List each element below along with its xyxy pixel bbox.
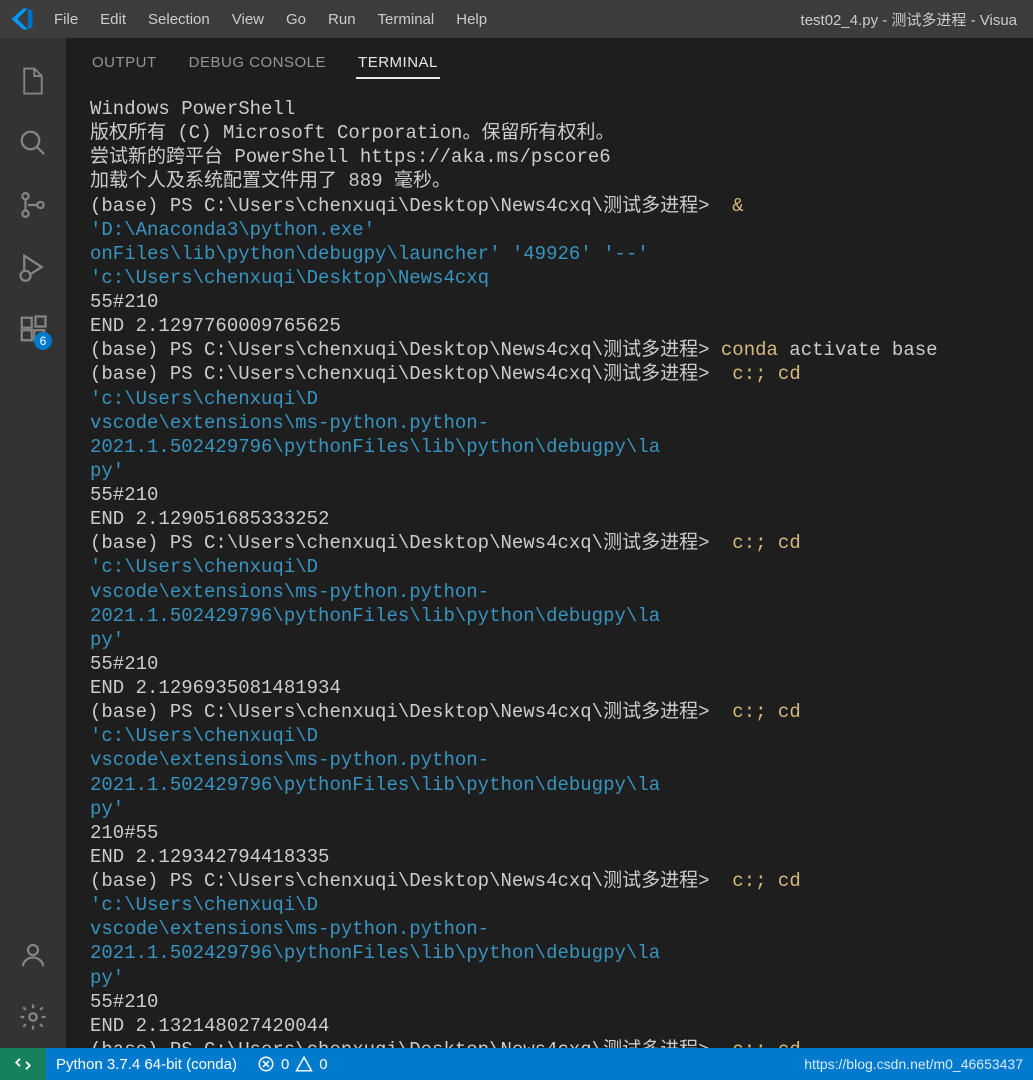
terminal-line: (base) PS C:\Users\chenxuqi\Desktop\News… [90,194,1017,242]
accounts-icon[interactable] [0,924,66,986]
menu-terminal[interactable]: Terminal [368,7,445,32]
tab-debug-console[interactable]: DEBUG CONSOLE [187,48,328,79]
problems-status[interactable]: 0 0 [247,1055,338,1073]
terminal-line: END 2.129051685333252 [90,507,1017,531]
terminal-line: (base) PS C:\Users\chenxuqi\Desktop\News… [90,700,1017,748]
terminal-line: (base) PS C:\Users\chenxuqi\Desktop\News… [90,1038,1017,1048]
menu-go[interactable]: Go [276,7,316,32]
tab-terminal[interactable]: TERMINAL [356,48,440,79]
explorer-icon[interactable] [0,50,66,112]
run-debug-icon[interactable] [0,236,66,298]
terminal-line: 加载个人及系统配置文件用了 889 毫秒。 [90,169,1017,193]
terminal-output[interactable]: Windows PowerShell版权所有 (C) Microsoft Cor… [66,79,1033,1048]
terminal-line: END 2.1297760009765625 [90,314,1017,338]
vscode-logo-icon [8,5,36,33]
terminal-line: py' [90,459,1017,483]
menu-run[interactable]: Run [318,7,366,32]
terminal-line: END 2.129342794418335 [90,845,1017,869]
extensions-icon[interactable]: 6 [0,298,66,360]
title-bar: FileEditSelectionViewGoRunTerminalHelp t… [0,0,1033,38]
menu-help[interactable]: Help [446,7,497,32]
terminal-line: 版权所有 (C) Microsoft Corporation。保留所有权利。 [90,121,1017,145]
terminal-line: 尝试新的跨平台 PowerShell https://aka.ms/pscore… [90,145,1017,169]
terminal-line: vscode\extensions\ms-python.python-2021.… [90,580,1017,628]
menu-selection[interactable]: Selection [138,7,220,32]
terminal-line: vscode\extensions\ms-python.python-2021.… [90,917,1017,965]
panel: OUTPUT DEBUG CONSOLE TERMINAL Windows Powe… [66,38,1033,1048]
window-title: test02_4.py - 测试多进程 - Visua [801,9,1017,30]
settings-gear-icon[interactable] [0,986,66,1048]
terminal-line: py' [90,628,1017,652]
terminal-line: (base) PS C:\Users\chenxuqi\Desktop\News… [90,531,1017,579]
terminal-line: END 2.1296935081481934 [90,676,1017,700]
menu-view[interactable]: View [222,7,274,32]
python-interpreter[interactable]: Python 3.7.4 64-bit (conda) [46,1056,247,1073]
remote-indicator-icon[interactable] [0,1048,46,1080]
panel-tabs: OUTPUT DEBUG CONSOLE TERMINAL [66,38,1033,79]
terminal-line: py' [90,966,1017,990]
terminal-line: (base) PS C:\Users\chenxuqi\Desktop\News… [90,338,1017,362]
source-control-icon[interactable] [0,174,66,236]
activity-bar: 6 [0,38,66,1048]
terminal-line: onFiles\lib\python\debugpy\launcher' '49… [90,242,1017,290]
terminal-line: py' [90,797,1017,821]
menu-edit[interactable]: Edit [90,7,136,32]
terminal-line: (base) PS C:\Users\chenxuqi\Desktop\News… [90,869,1017,917]
terminal-line: 55#210 [90,483,1017,507]
menu-file[interactable]: File [44,7,88,32]
extensions-badge: 6 [34,332,52,350]
error-count: 0 [281,1056,289,1073]
main-area: 6 OUTPUT DEBUG CONSOLE TERMINAL Windows Po… [0,38,1033,1048]
terminal-line: END 2.132148027420044 [90,1014,1017,1038]
search-icon[interactable] [0,112,66,174]
main-menu: FileEditSelectionViewGoRunTerminalHelp [44,7,497,32]
tab-output[interactable]: OUTPUT [90,48,159,79]
terminal-line: (base) PS C:\Users\chenxuqi\Desktop\News… [90,362,1017,410]
status-bar: Python 3.7.4 64-bit (conda) 0 0 https://… [0,1048,1033,1080]
terminal-line: vscode\extensions\ms-python.python-2021.… [90,748,1017,796]
watermark-text: https://blog.csdn.net/m0_46653437 [794,1056,1033,1072]
terminal-line: 55#210 [90,290,1017,314]
terminal-line: 210#55 [90,821,1017,845]
warning-count: 0 [319,1056,327,1073]
terminal-line: vscode\extensions\ms-python.python-2021.… [90,411,1017,459]
terminal-line: 55#210 [90,652,1017,676]
terminal-line: 55#210 [90,990,1017,1014]
terminal-line: Windows PowerShell [90,97,1017,121]
